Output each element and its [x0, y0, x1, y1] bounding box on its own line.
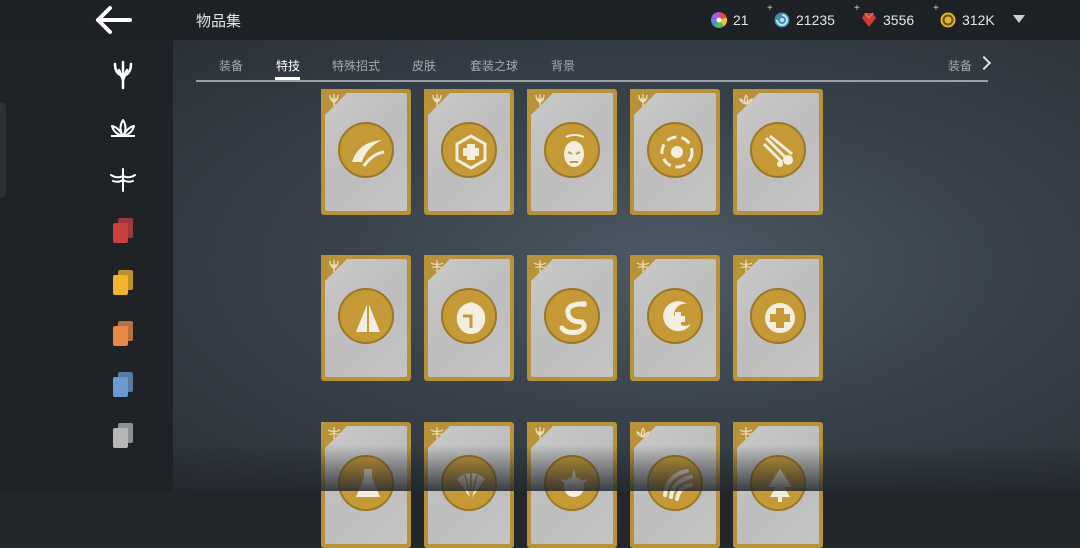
trident-icon	[432, 94, 442, 106]
currency-gem[interactable]: + 3556	[854, 3, 914, 30]
scroll-fade	[173, 445, 1080, 491]
yellow-cards-icon[interactable]	[108, 268, 138, 298]
red-gem-icon: +	[854, 3, 877, 28]
dragonfly-icon	[739, 427, 753, 439]
perk-card[interactable]	[321, 89, 411, 215]
perk-emblem	[338, 122, 394, 178]
perk-emblem	[544, 122, 600, 178]
tab-next-label[interactable]: 装备	[948, 57, 972, 74]
back-arrow-icon[interactable]	[94, 4, 134, 36]
dragonfly-icon	[327, 427, 341, 439]
tab-equipment[interactable]: 装备	[219, 57, 243, 74]
bell-icon	[356, 302, 380, 332]
page-title: 物品集	[196, 13, 242, 30]
blue-cards-icon[interactable]	[108, 370, 138, 400]
dragonfly-icon	[430, 427, 444, 439]
perk-emblem	[441, 122, 497, 178]
lotus-icon	[739, 94, 753, 106]
dragonfly-icon	[739, 260, 753, 272]
perk-emblem	[750, 288, 806, 344]
orange-cards-icon[interactable]	[108, 319, 138, 349]
tab-perks[interactable]: 特技	[276, 57, 300, 74]
trident-icon[interactable]	[108, 60, 138, 90]
trident-icon	[638, 94, 648, 106]
currency-swirl[interactable]: + 21235	[767, 3, 835, 30]
trident-icon	[535, 94, 545, 106]
dragonfly-icon	[430, 260, 444, 272]
moon-cross-icon	[663, 301, 691, 332]
trident-icon	[329, 260, 339, 272]
perk-emblem	[750, 122, 806, 178]
coin-icon: +	[933, 3, 956, 28]
dragonfly-icon	[636, 260, 650, 272]
tab-bar	[196, 52, 988, 82]
perk-card[interactable]	[424, 89, 514, 215]
perk-emblem	[338, 288, 394, 344]
dragonfly-icon[interactable]	[108, 165, 138, 195]
heal-cross-icon	[765, 303, 795, 333]
shield-cross-icon	[455, 134, 487, 170]
mask-icon	[564, 134, 585, 167]
perk-emblem	[441, 288, 497, 344]
lotus-icon[interactable]	[108, 113, 138, 143]
tab-skins[interactable]: 皮肤	[412, 57, 436, 74]
swirl-orb-icon: +	[767, 3, 790, 28]
helmet-icon	[456, 302, 486, 334]
sidebar-handle[interactable]	[0, 102, 6, 198]
perk-card[interactable]	[733, 89, 823, 215]
lotus-icon	[636, 427, 650, 439]
tab-set-orbs[interactable]: 套装之球	[470, 57, 518, 74]
slash-icon	[352, 140, 385, 167]
dragonfly-icon	[533, 260, 547, 272]
trident-icon	[329, 94, 339, 106]
perk-card[interactable]	[733, 255, 823, 381]
vortex-icon	[660, 135, 694, 169]
currency-coin[interactable]: + 312K	[933, 3, 995, 30]
serpent-icon	[559, 301, 587, 335]
perk-emblem	[647, 122, 703, 178]
perk-emblem	[647, 288, 703, 344]
perk-card[interactable]	[321, 255, 411, 381]
gray-cards-icon[interactable]	[108, 421, 138, 451]
sidebar	[0, 40, 173, 491]
trident-icon	[535, 427, 545, 439]
active-tab-indicator	[275, 77, 300, 80]
perk-card[interactable]	[630, 255, 720, 381]
perk-card[interactable]	[424, 255, 514, 381]
currency-multicolor[interactable]: 21	[710, 10, 749, 30]
red-cards-icon[interactable]	[108, 216, 138, 246]
meteor-icon	[762, 134, 793, 167]
perk-emblem	[544, 288, 600, 344]
tab-special-moves[interactable]: 特殊招式	[332, 57, 380, 74]
perk-card[interactable]	[527, 255, 617, 381]
perk-card[interactable]	[630, 89, 720, 215]
collection-panel	[173, 40, 1080, 491]
top-bar: 物品集 21 + 21235 + 3556 + 312K	[0, 0, 1080, 40]
perk-card[interactable]	[527, 89, 617, 215]
multicolor-orb-icon	[710, 11, 728, 29]
currency-dropdown-caret-icon[interactable]	[1013, 15, 1025, 23]
tab-backgrounds[interactable]: 背景	[551, 57, 575, 74]
